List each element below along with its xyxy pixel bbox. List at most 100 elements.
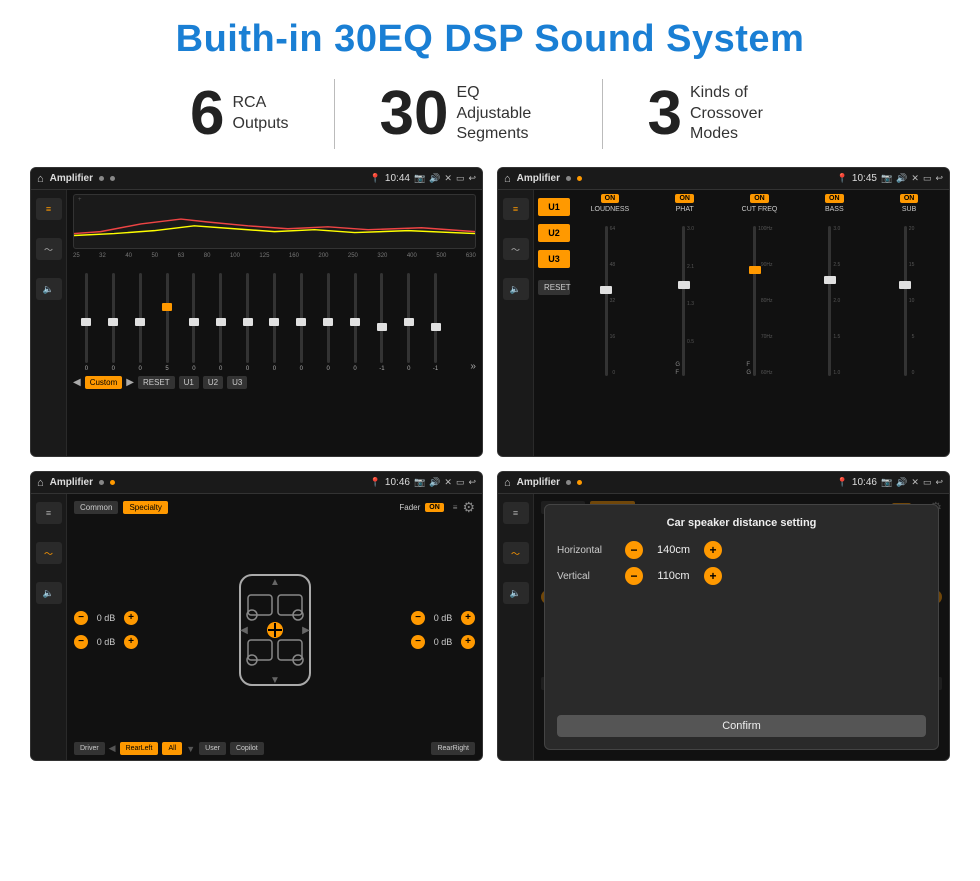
- crossover-main: U1 U2 U3 RESET ON LOUDNESS: [534, 190, 949, 456]
- sidebar-eq-btn[interactable]: ≡: [36, 198, 62, 220]
- rearleft-btn[interactable]: RearLeft: [120, 742, 159, 755]
- screen-crossover: ⌂ Amplifier 📍 10:45 📷 🔊 ✕ ▭ ↩ ≡ 〜: [497, 167, 950, 457]
- eq-slider-12: -1: [368, 273, 395, 372]
- common-tab[interactable]: Common: [74, 501, 118, 514]
- stat-crossover-number: 3: [648, 83, 682, 145]
- back-icon-4: ↩: [935, 477, 943, 488]
- copilot-btn[interactable]: Copilot: [230, 742, 264, 755]
- driver-btn[interactable]: Driver: [74, 742, 105, 755]
- distance-sidebar: ≡ 〜 🔈: [498, 494, 534, 760]
- db-control-1: − 0 dB +: [74, 611, 138, 625]
- fader-tabs-row: Common Specialty Fader ON ≡ ⚙: [74, 499, 475, 516]
- db2-plus-btn[interactable]: +: [124, 635, 138, 649]
- volume-icon-3: 🔊: [429, 477, 440, 488]
- fader-content: ≡ 〜 🔈 Common Specialty Fader ON ≡ ⚙: [31, 494, 482, 760]
- db3-value: 0 dB: [429, 613, 457, 623]
- sidebar-wave-btn-2[interactable]: 〜: [503, 238, 529, 260]
- channel-phat: ON PHAT G F 3: [649, 194, 721, 452]
- stat-rca-label: RCAOutputs: [233, 93, 289, 135]
- volume-icon-4: 🔊: [896, 477, 907, 488]
- fader-topbar-title: Amplifier: [50, 477, 93, 488]
- camera-icon-4: 📷: [881, 477, 892, 488]
- home-icon-3: ⌂: [37, 477, 44, 489]
- channels-area: ON LOUDNESS 64 48 32 16: [574, 194, 945, 452]
- horizontal-plus-btn[interactable]: +: [704, 541, 722, 559]
- eq-topbar-title: Amplifier: [50, 173, 93, 184]
- window-icon: ▭: [456, 173, 465, 184]
- db4-minus-btn[interactable]: −: [411, 635, 425, 649]
- fader-topbar: ⌂ Amplifier 📍 10:46 📷 🔊 ✕ ▭ ↩: [31, 472, 482, 494]
- u1-btn[interactable]: U1: [179, 376, 199, 389]
- sidebar-wave-btn[interactable]: 〜: [36, 238, 62, 260]
- vertical-minus-btn[interactable]: −: [625, 567, 643, 585]
- freq-40: 40: [125, 253, 132, 259]
- svg-text:▲: ▲: [270, 577, 280, 588]
- u3-crossover-btn[interactable]: U3: [538, 250, 570, 268]
- topbar-icons-2: 📍 10:45 📷 🔊 ✕ ▭ ↩: [837, 173, 943, 184]
- db2-value: 0 dB: [92, 637, 120, 647]
- db3-minus-btn[interactable]: −: [411, 611, 425, 625]
- sidebar-eq-btn-3[interactable]: ≡: [36, 502, 62, 524]
- topbar-time-2: 10:45: [852, 173, 877, 184]
- distance-main: Common Specialty ON ≡ ⚙ − 0 dB: [534, 494, 949, 760]
- sidebar-speaker-btn-4[interactable]: 🔈: [503, 582, 529, 604]
- eq-slider-7: 0: [234, 273, 261, 372]
- stat-rca-number: 6: [190, 83, 224, 145]
- phat-label: PHAT: [676, 206, 694, 213]
- u1-crossover-btn[interactable]: U1: [538, 198, 570, 216]
- horizontal-minus-btn[interactable]: −: [625, 541, 643, 559]
- freq-250: 250: [348, 253, 358, 259]
- crossover-sidebar: ≡ 〜 🔈: [498, 190, 534, 456]
- db2-minus-btn[interactable]: −: [74, 635, 88, 649]
- fader-settings-icon[interactable]: ⚙: [462, 499, 475, 516]
- freq-32: 32: [99, 253, 106, 259]
- db3-plus-btn[interactable]: +: [461, 611, 475, 625]
- custom-btn[interactable]: Custom: [85, 376, 123, 389]
- home-icon-2: ⌂: [504, 173, 511, 185]
- specialty-tab[interactable]: Specialty: [123, 501, 167, 514]
- topbar-dot-5: [99, 480, 104, 485]
- freq-500: 500: [436, 253, 446, 259]
- window-icon-4: ▭: [923, 477, 932, 488]
- cutfreq-label: CUT FREQ: [742, 206, 778, 213]
- sidebar-eq-btn-2[interactable]: ≡: [503, 198, 529, 220]
- sidebar-speaker-btn-2[interactable]: 🔈: [503, 278, 529, 300]
- sub-label: SUB: [902, 206, 916, 213]
- screen-distance: ⌂ Amplifier 📍 10:46 📷 🔊 ✕ ▭ ↩ ≡ 〜: [497, 471, 950, 761]
- loudness-sliders: 64 48 32 16 0: [605, 216, 616, 376]
- eq-topbar: ⌂ Amplifier 📍 10:44 📷 🔊 ✕ ▭ ↩: [31, 168, 482, 190]
- sidebar-wave-btn-4[interactable]: 〜: [503, 542, 529, 564]
- crossover-topbar: ⌂ Amplifier 📍 10:45 📷 🔊 ✕ ▭ ↩: [498, 168, 949, 190]
- dialog-title: Car speaker distance setting: [557, 517, 926, 529]
- eq-slider-1: 0: [73, 273, 100, 372]
- db1-minus-btn[interactable]: −: [74, 611, 88, 625]
- sidebar-speaker-btn-3[interactable]: 🔈: [36, 582, 62, 604]
- user-btn[interactable]: User: [199, 742, 226, 755]
- vertical-value: 110cm: [651, 570, 696, 582]
- db4-plus-btn[interactable]: +: [461, 635, 475, 649]
- location-icon: 📍: [370, 173, 381, 184]
- all-btn[interactable]: All: [162, 742, 182, 755]
- u2-crossover-btn[interactable]: U2: [538, 224, 570, 242]
- u2-btn[interactable]: U2: [203, 376, 223, 389]
- stat-crossover-label: Kinds ofCrossover Modes: [690, 83, 790, 145]
- eq-freq-labels: 25 32 40 50 63 80 100 125 160 200 250 32…: [73, 253, 476, 259]
- next-icon[interactable]: ▶: [126, 377, 134, 388]
- confirm-button[interactable]: Confirm: [557, 715, 926, 737]
- close-icon-2: ✕: [911, 173, 919, 184]
- fader-main: Common Specialty Fader ON ≡ ⚙ −: [67, 494, 482, 760]
- sidebar-speaker-btn[interactable]: 🔈: [36, 278, 62, 300]
- topbar-icons-4: 📍 10:46 📷 🔊 ✕ ▭ ↩: [837, 477, 943, 488]
- db1-plus-btn[interactable]: +: [124, 611, 138, 625]
- freq-63: 63: [178, 253, 185, 259]
- crossover-reset-btn[interactable]: RESET: [538, 280, 570, 295]
- vertical-plus-btn[interactable]: +: [704, 567, 722, 585]
- u3-btn[interactable]: U3: [227, 376, 247, 389]
- distance-dialog: Car speaker distance setting Horizontal …: [544, 504, 939, 750]
- sidebar-wave-btn-3[interactable]: 〜: [36, 542, 62, 564]
- reset-btn[interactable]: RESET: [138, 376, 175, 389]
- rearright-btn[interactable]: RearRight: [431, 742, 475, 755]
- sidebar-eq-btn-4[interactable]: ≡: [503, 502, 529, 524]
- dialog-horizontal-row: Horizontal − 140cm +: [557, 541, 926, 559]
- prev-icon[interactable]: ◀: [73, 377, 81, 388]
